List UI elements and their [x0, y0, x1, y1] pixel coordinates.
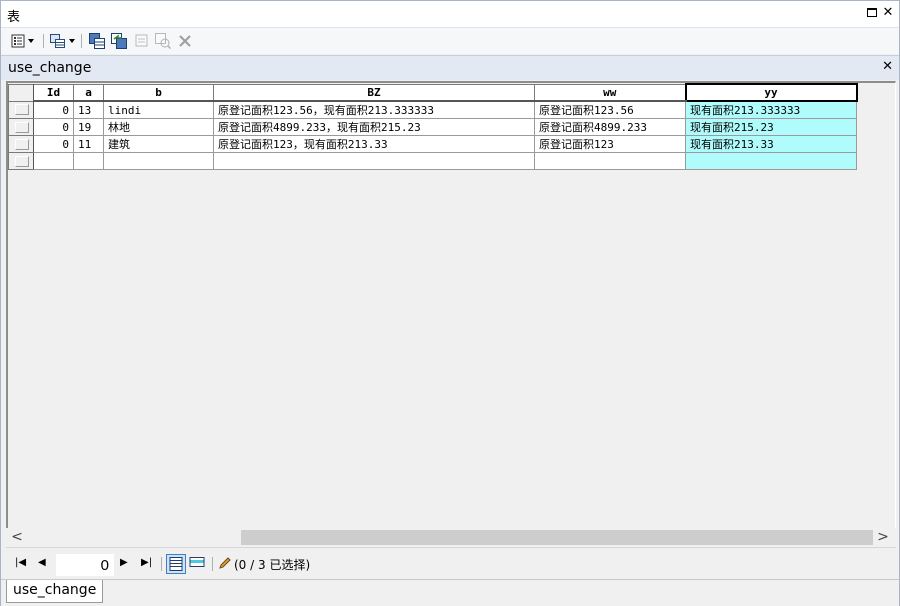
first-record-icon: |◀: [15, 557, 27, 568]
cell-b[interactable]: [103, 152, 214, 170]
cell-ww[interactable]: 原登记面积123.56: [534, 100, 686, 119]
attribute-grid[interactable]: Id a b BZ ww yy 0 13 lindi 原登记面积123.56，现…: [6, 81, 896, 528]
cell-b[interactable]: lindi: [103, 100, 214, 119]
show-selected-records-button[interactable]: [188, 554, 208, 574]
chevron-left-icon: <: [11, 529, 23, 545]
cell-a[interactable]: [73, 152, 104, 170]
chevron-down-icon: [28, 39, 34, 43]
column-header-ww[interactable]: ww: [534, 83, 686, 102]
column-header-bz[interactable]: BZ: [213, 83, 535, 102]
row-selector[interactable]: [8, 118, 34, 136]
current-record-input[interactable]: 0: [56, 554, 114, 576]
column-header-yy[interactable]: yy: [684, 83, 858, 102]
table-name: use_change: [8, 60, 92, 76]
switch-selection-button[interactable]: [111, 32, 127, 50]
cell-id[interactable]: 0: [33, 100, 74, 119]
related-tables-button[interactable]: [50, 32, 75, 50]
attribute-table: Id a b BZ ww yy 0 13 lindi 原登记面积123.56，现…: [8, 83, 858, 170]
cell-a[interactable]: 11: [73, 135, 104, 153]
cell-yy[interactable]: 现有面积213.333333: [685, 100, 857, 119]
previous-record-icon: ◀: [38, 557, 46, 568]
cell-id[interactable]: [33, 152, 74, 170]
switch-selection-icon: [111, 33, 127, 49]
row-header-corner[interactable]: [8, 83, 34, 102]
last-record-icon: ▶|: [141, 557, 153, 568]
scrollbar-track[interactable]: [26, 529, 874, 545]
window-title: 表: [7, 10, 21, 25]
next-record-button[interactable]: ▶: [120, 556, 128, 570]
maximize-button[interactable]: [865, 5, 879, 21]
cell-bz[interactable]: 原登记面积123，现有面积213.33: [213, 135, 535, 153]
row-selector[interactable]: [8, 100, 34, 119]
cell-yy[interactable]: 现有面积213.33: [685, 135, 857, 153]
cell-a[interactable]: 19: [73, 118, 104, 136]
clear-selection-icon: [135, 34, 148, 47]
show-all-records-icon: [169, 557, 183, 571]
chevron-down-icon: [69, 39, 75, 43]
select-by-attributes-icon: [89, 33, 105, 49]
nav-separator: [161, 557, 162, 571]
last-record-button[interactable]: ▶|: [141, 556, 152, 570]
table-options-button[interactable]: [11, 32, 34, 50]
delete-icon: [179, 35, 191, 47]
close-icon: ✕: [882, 5, 894, 20]
table-options-icon: [11, 34, 25, 48]
select-by-attributes-button[interactable]: [89, 32, 105, 50]
toolbar-separator: [81, 34, 82, 48]
zoom-to-selected-button[interactable]: [155, 32, 171, 50]
cell-b[interactable]: 林地: [103, 118, 214, 136]
table-row[interactable]: 0 13 lindi 原登记面积123.56，现有面积213.333333 原登…: [8, 100, 857, 119]
first-record-button[interactable]: |◀: [15, 556, 26, 570]
row-selector[interactable]: [8, 152, 34, 170]
table-tab-header: use_change ✕: [1, 55, 899, 80]
zoom-to-selected-icon: [155, 33, 171, 49]
cell-yy[interactable]: [685, 152, 857, 170]
toolbar: [1, 28, 899, 54]
next-record-icon: ▶: [120, 557, 128, 568]
previous-record-button[interactable]: ◀: [38, 556, 46, 570]
bottom-tab-strip: use_change: [1, 579, 899, 606]
maximize-icon: [867, 8, 877, 17]
record-navigation-bar: |◀ ◀ 0 ▶ ▶| (0 / 3 已选择): [6, 547, 896, 578]
nav-separator: [212, 557, 213, 571]
scroll-left-button[interactable]: <: [8, 528, 26, 546]
horizontal-scrollbar[interactable]: < >: [6, 528, 896, 546]
show-selected-records-icon: [189, 557, 205, 567]
cell-yy[interactable]: 现有面积215.23: [685, 118, 857, 136]
title-bar: 表 ✕: [1, 1, 899, 28]
cell-bz[interactable]: [213, 152, 535, 170]
cell-bz[interactable]: 原登记面积123.56，现有面积213.333333: [213, 100, 535, 119]
cell-b[interactable]: 建筑: [103, 135, 214, 153]
chevron-right-icon: >: [877, 529, 889, 545]
cell-ww[interactable]: [534, 152, 686, 170]
selection-status: (0 / 3 已选择): [234, 558, 311, 572]
related-tables-icon: [50, 33, 65, 48]
close-table-button[interactable]: ✕: [882, 59, 893, 74]
scroll-right-button[interactable]: >: [874, 528, 892, 546]
scrollbar-thumb[interactable]: [241, 530, 873, 545]
table-row[interactable]: 0 19 林地 原登记面积4899.233，现有面积215.23 原登记面积48…: [8, 118, 857, 136]
close-window-button[interactable]: ✕: [881, 5, 895, 21]
new-row[interactable]: [8, 152, 857, 170]
toolbar-separator: [43, 34, 44, 48]
cell-a[interactable]: 13: [73, 100, 104, 119]
column-header-id[interactable]: Id: [33, 83, 74, 102]
cell-id[interactable]: 0: [33, 135, 74, 153]
cell-bz[interactable]: 原登记面积4899.233，现有面积215.23: [213, 118, 535, 136]
table-window: 表 ✕ use_change ✕ Id a b BZ ww yy 0 13 li…: [0, 0, 900, 606]
edit-pencil-icon: [218, 556, 232, 573]
column-header-b[interactable]: b: [103, 83, 214, 102]
table-row[interactable]: 0 11 建筑 原登记面积123，现有面积213.33 原登记面积123 现有面…: [8, 135, 857, 153]
clear-selection-button[interactable]: [135, 32, 149, 50]
header-row: Id a b BZ ww yy: [8, 83, 858, 102]
close-icon: ✕: [882, 59, 893, 74]
cell-ww[interactable]: 原登记面积4899.233: [534, 118, 686, 136]
delete-selected-button[interactable]: [179, 32, 191, 50]
show-all-records-button[interactable]: [166, 554, 186, 574]
bottom-tab-use-change[interactable]: use_change: [6, 580, 104, 603]
column-header-a[interactable]: a: [73, 83, 104, 102]
cell-id[interactable]: 0: [33, 118, 74, 136]
cell-ww[interactable]: 原登记面积123: [534, 135, 686, 153]
row-selector[interactable]: [8, 135, 34, 153]
